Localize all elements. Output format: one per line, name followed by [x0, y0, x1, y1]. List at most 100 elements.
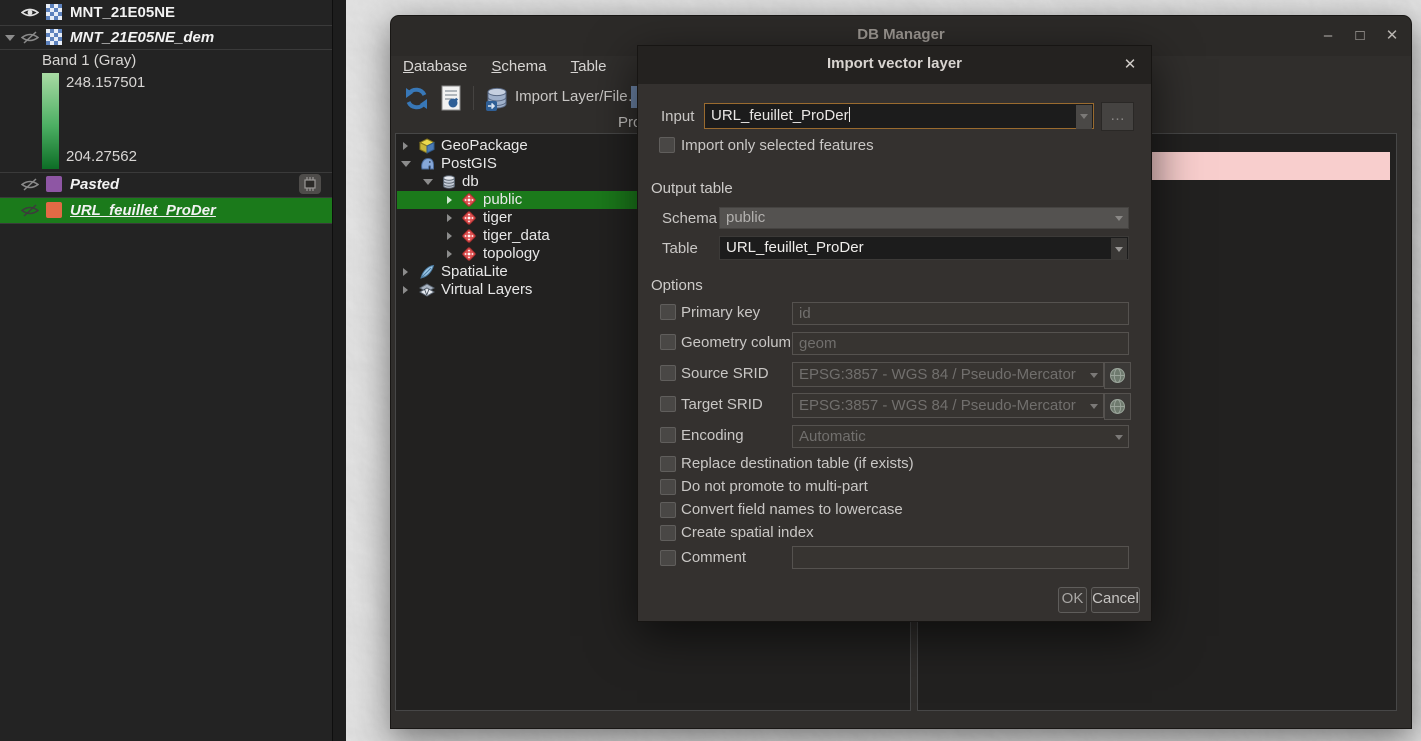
tree-label[interactable]: GeoPackage — [441, 137, 528, 155]
table-combobox[interactable]: URL_feuillet_ProDer — [719, 236, 1129, 260]
layer-swatch — [46, 176, 62, 192]
panel-gutter — [332, 0, 346, 741]
target-srid-globe-button[interactable] — [1104, 393, 1131, 420]
primary-key-checkbox[interactable] — [660, 304, 676, 320]
collapse-arrow-icon[interactable] — [423, 179, 433, 185]
chip-icon[interactable] — [298, 173, 322, 195]
comment-checkbox[interactable] — [660, 550, 676, 566]
source-srid-label[interactable]: Source SRID — [681, 365, 769, 382]
expand-arrow-icon[interactable] — [447, 214, 452, 222]
primary-key-label[interactable]: Primary key — [681, 304, 760, 321]
eye-slash-icon[interactable] — [21, 31, 39, 44]
close-icon[interactable]: ✕ — [1119, 54, 1141, 76]
svg-text:V: V — [424, 288, 430, 297]
geopackage-icon — [419, 138, 435, 154]
toolbar-separator — [473, 86, 474, 110]
schema-combobox[interactable]: public — [719, 207, 1129, 229]
source-srid-globe-button[interactable] — [1104, 362, 1131, 389]
target-srid-combobox[interactable]: EPSG:3857 - WGS 84 / Pseudo-Mercator — [792, 393, 1104, 418]
layer-swatch — [46, 202, 62, 218]
encoding-combobox[interactable]: Automatic — [792, 425, 1129, 448]
import-selected-checkbox[interactable] — [659, 137, 675, 153]
input-combobox[interactable]: URL_feuillet_ProDer — [704, 103, 1094, 129]
eye-icon[interactable] — [21, 6, 39, 19]
tree-label[interactable]: PostGIS — [441, 155, 497, 173]
layer-row-mnt-dem[interactable]: MNT_21E05NE_dem — [0, 26, 332, 50]
minimize-button[interactable]: – — [1315, 23, 1341, 49]
input-label: Input — [661, 108, 694, 125]
comment-field[interactable] — [792, 546, 1129, 569]
layer-name[interactable]: MNT_21E05NE — [70, 4, 175, 21]
dropdown-segment[interactable] — [1076, 105, 1092, 129]
geometry-column-checkbox[interactable] — [660, 334, 676, 350]
layer-row-pasted[interactable]: Pasted — [0, 173, 332, 197]
close-button[interactable]: ✕ — [1379, 23, 1405, 49]
tree-label[interactable]: public — [483, 191, 522, 209]
color-ramp — [42, 73, 59, 169]
layer-row-mnt[interactable]: MNT_21E05NE — [0, 1, 332, 25]
expand-arrow-icon[interactable] — [447, 232, 452, 240]
layer-name[interactable]: Pasted — [70, 176, 119, 193]
divider — [0, 49, 332, 50]
geometry-column-field[interactable]: geom — [792, 332, 1129, 355]
layer-name[interactable]: MNT_21E05NE_dem — [70, 29, 214, 46]
tree-label[interactable]: tiger — [483, 209, 512, 227]
import-layer-icon[interactable] — [483, 84, 511, 112]
lowercase-names-label[interactable]: Convert field names to lowercase — [681, 501, 903, 518]
maximize-button[interactable]: □ — [1347, 23, 1373, 49]
globe-icon — [1109, 367, 1126, 384]
layer-row-url-selected[interactable]: URL_feuillet_ProDer — [0, 198, 332, 223]
target-srid-label[interactable]: Target SRID — [681, 396, 763, 413]
expand-arrow-icon[interactable] — [403, 286, 408, 294]
sql-window-icon[interactable] — [439, 84, 463, 112]
table-value: URL_feuillet_ProDer — [726, 239, 864, 256]
menu-database[interactable]: Database — [395, 56, 475, 77]
text-caret — [849, 107, 850, 122]
lowercase-names-checkbox[interactable] — [660, 502, 676, 518]
import-selected-label[interactable]: Import only selected features — [681, 137, 874, 154]
expand-arrow-icon[interactable] — [403, 268, 408, 276]
cancel-button[interactable]: Cancel — [1091, 587, 1140, 613]
tree-label[interactable]: db — [462, 173, 479, 191]
source-srid-checkbox[interactable] — [660, 365, 676, 381]
eye-slash-icon[interactable] — [21, 178, 39, 191]
legend-min: 204.27562 — [66, 148, 137, 165]
replace-table-checkbox[interactable] — [660, 456, 676, 472]
expand-arrow-icon[interactable] — [403, 142, 408, 150]
tree-label[interactable]: SpatiaLite — [441, 263, 508, 281]
tree-label[interactable]: Virtual Layers — [441, 281, 532, 299]
ok-button[interactable]: OK — [1058, 587, 1087, 613]
expand-arrow-icon[interactable] — [447, 196, 452, 204]
collapse-arrow-icon[interactable] — [401, 161, 411, 167]
geometry-column-label[interactable]: Geometry column — [681, 334, 799, 351]
menu-table[interactable]: Table — [563, 56, 615, 77]
source-srid-combobox[interactable]: EPSG:3857 - WGS 84 / Pseudo-Mercator — [792, 362, 1104, 387]
spatial-index-checkbox[interactable] — [660, 525, 676, 541]
expand-arrow-icon[interactable] — [447, 250, 452, 258]
browse-button[interactable]: … — [1101, 102, 1134, 131]
replace-table-label[interactable]: Replace destination table (if exists) — [681, 455, 914, 472]
target-srid-checkbox[interactable] — [660, 396, 676, 412]
no-multipart-checkbox[interactable] — [660, 479, 676, 495]
raster-checker-icon — [46, 29, 62, 45]
encoding-label[interactable]: Encoding — [681, 427, 744, 444]
primary-key-field[interactable]: id — [792, 302, 1129, 325]
dropdown-segment[interactable] — [1111, 238, 1127, 260]
comment-label[interactable]: Comment — [681, 549, 746, 566]
raster-checker-icon — [46, 4, 62, 20]
expand-arrow-icon[interactable] — [5, 35, 15, 41]
refresh-icon[interactable] — [403, 85, 430, 112]
import-layer-button[interactable]: Import Layer/File… — [515, 88, 643, 105]
dialog-titlebar[interactable]: Import vector layer ✕ — [638, 46, 1151, 84]
menu-schema[interactable]: Schema — [483, 56, 554, 77]
spatial-index-label[interactable]: Create spatial index — [681, 524, 814, 541]
layer-name[interactable]: URL_feuillet_ProDer — [70, 202, 216, 219]
tree-label[interactable]: tiger_data — [483, 227, 550, 245]
encoding-checkbox[interactable] — [660, 427, 676, 443]
tree-label[interactable]: topology — [483, 245, 540, 263]
no-multipart-label[interactable]: Do not promote to multi-part — [681, 478, 868, 495]
target-srid-value: EPSG:3857 - WGS 84 / Pseudo-Mercator — [799, 397, 1076, 414]
source-srid-value: EPSG:3857 - WGS 84 / Pseudo-Mercator — [799, 366, 1076, 383]
eye-slash-icon[interactable] — [21, 204, 39, 217]
window-title: DB Manager — [391, 26, 1411, 43]
